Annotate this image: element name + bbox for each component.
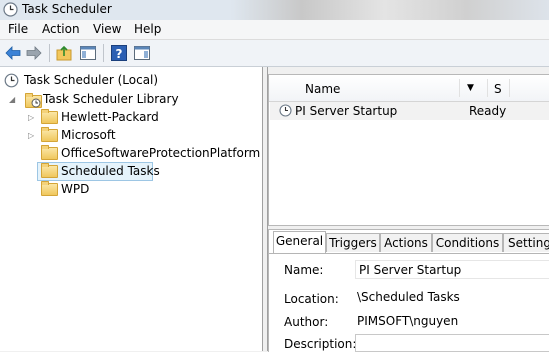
table-row[interactable]: PI Server Startup Ready [270, 102, 549, 120]
tab-label: Settings [508, 236, 549, 250]
folder-icon [41, 109, 58, 124]
column-divider[interactable] [487, 79, 488, 97]
tree-item-officesoftwareprotectionplatform[interactable]: OfficeSoftwareProtectionPlatform [3, 145, 260, 162]
name-field[interactable]: PI Server Startup [355, 260, 549, 279]
tree-item-label: WPD [61, 182, 90, 196]
column-header-name[interactable]: Name [305, 82, 340, 96]
tree-item-label: Task Scheduler Library [43, 92, 179, 106]
column-divider[interactable] [459, 79, 460, 97]
forward-arrow-icon[interactable] [25, 44, 43, 62]
location-value: \Scheduled Tasks [357, 290, 460, 304]
tree-item-label: Scheduled Tasks [61, 164, 160, 178]
expand-arrow-icon[interactable]: ▷ [28, 113, 34, 122]
author-value: PIMSOFT\nguyen [357, 314, 459, 328]
tab-general[interactable]: General [273, 231, 326, 253]
folder-icon [41, 181, 58, 196]
tab-actions[interactable]: Actions [380, 233, 432, 252]
console-tree-icon[interactable] [79, 44, 97, 62]
column-divider[interactable] [509, 79, 510, 97]
author-label: Author: [284, 315, 329, 329]
description-field[interactable] [355, 334, 549, 352]
tab-conditions[interactable]: Conditions [432, 233, 503, 252]
folder-icon [41, 163, 58, 178]
tab-label: Actions [384, 236, 428, 250]
title-bar: Task Scheduler [0, 0, 549, 21]
sort-down-icon: ▼ [467, 83, 474, 93]
svg-text:?: ? [116, 47, 123, 61]
task-list: Name ▼ S PI Server Startup Ready [268, 74, 549, 226]
tab-label: General [275, 234, 324, 248]
library-folder-clock-icon [25, 93, 42, 108]
task-details: General Triggers Actions Conditions Sett… [268, 229, 549, 352]
tree-item-scheduled-tasks[interactable]: Scheduled Tasks [37, 162, 160, 181]
folder-icon [41, 145, 58, 160]
tree-item-label: OfficeSoftwareProtectionPlatform [61, 146, 261, 160]
console-tree: Task Scheduler (Local) ◢ Task Scheduler … [0, 67, 263, 351]
tree-item-hewlett-packard[interactable]: ▷ Hewlett-Packard [3, 109, 253, 126]
action-pane-icon[interactable] [133, 44, 151, 62]
tab-label: Conditions [435, 236, 500, 250]
clock-icon [31, 98, 41, 108]
tree-item-wpd[interactable]: WPD [3, 181, 253, 198]
column-header-status[interactable]: S [494, 82, 502, 96]
toolbar-separator [103, 44, 104, 62]
name-value: PI Server Startup [359, 263, 462, 277]
menu-bar: File Action View Help [0, 20, 549, 40]
tab-label: Triggers [329, 236, 377, 250]
location-label: Location: [284, 292, 339, 306]
tree-item-label: Microsoft [61, 128, 116, 142]
help-icon[interactable]: ? [110, 44, 128, 62]
collapse-arrow-icon[interactable]: ◢ [9, 95, 15, 104]
tree-item-root[interactable]: Task Scheduler (Local) [3, 72, 253, 89]
menu-help[interactable]: Help [134, 22, 161, 36]
expand-arrow-icon[interactable]: ▷ [28, 131, 34, 140]
folder-icon [41, 127, 58, 142]
tree-item-label: Task Scheduler (Local) [24, 73, 159, 87]
tree-item-label: Hewlett-Packard [61, 110, 159, 124]
task-scheduler-clock-icon [4, 73, 19, 88]
description-label: Description: [284, 337, 357, 351]
task-name: PI Server Startup [295, 104, 398, 118]
task-clock-icon [279, 104, 292, 117]
task-status: Ready [469, 104, 507, 118]
tab-settings[interactable]: Settings [503, 233, 549, 252]
menu-action[interactable]: Action [42, 22, 80, 36]
toolbar-separator [49, 44, 50, 62]
menu-file[interactable]: File [8, 22, 28, 36]
tab-triggers[interactable]: Triggers [326, 233, 380, 252]
window-title: Task Scheduler [22, 2, 112, 16]
task-list-header: Name ▼ S [269, 75, 549, 102]
task-scheduler-clock-icon [3, 2, 18, 17]
name-label: Name: [284, 263, 324, 277]
tab-divider [269, 253, 549, 254]
menu-view[interactable]: View [93, 22, 121, 36]
tree-item-microsoft[interactable]: ▷ Microsoft [3, 127, 253, 144]
tree-item-library[interactable]: ◢ Task Scheduler Library [3, 91, 253, 108]
back-arrow-icon[interactable] [4, 44, 22, 62]
toolbar: ? [0, 40, 549, 67]
folder-up-icon[interactable] [55, 44, 73, 62]
